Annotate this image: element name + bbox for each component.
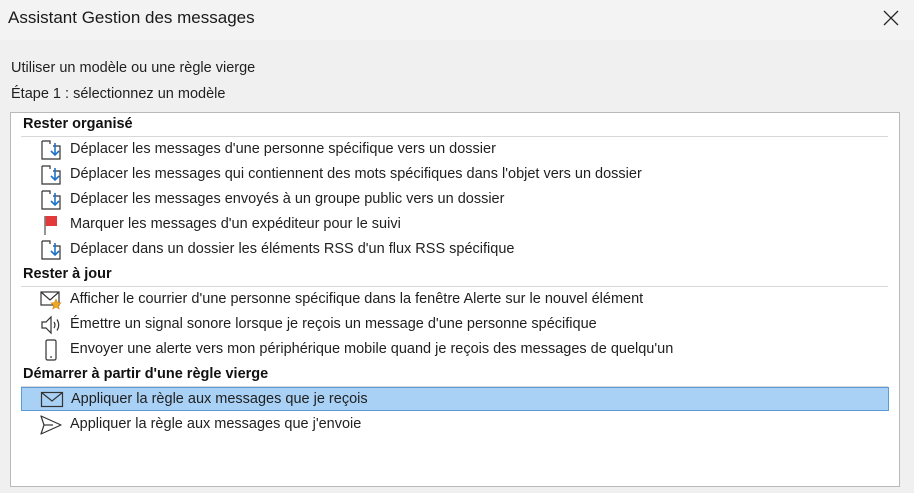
- move-to-folder-icon: [39, 138, 63, 162]
- list-item-label: Déplacer les messages d'une personne spé…: [70, 141, 496, 157]
- mobile-phone-icon: [39, 338, 63, 362]
- list-item[interactable]: Déplacer les messages d'une personne spé…: [21, 138, 889, 162]
- list-item-selected[interactable]: Appliquer la règle aux messages que je r…: [21, 387, 889, 411]
- move-to-folder-icon: [39, 163, 63, 187]
- list-item-label: Envoyer une alerte vers mon périphérique…: [70, 341, 674, 357]
- group-header-label: Démarrer à partir d'une règle vierge: [23, 366, 269, 382]
- list-item[interactable]: Envoyer une alerte vers mon périphérique…: [21, 338, 889, 362]
- list-item-label: Marquer les messages d'un expéditeur pou…: [70, 216, 401, 232]
- list-item-label: Déplacer dans un dossier les éléments RS…: [70, 241, 515, 257]
- mail-star-icon: [39, 288, 63, 312]
- list-item[interactable]: Appliquer la règle aux messages que j'en…: [21, 413, 889, 437]
- list-item-label: Déplacer les messages qui contiennent de…: [70, 166, 642, 182]
- group-header-stay-updated: Rester à jour: [21, 265, 888, 287]
- group-header-label: Rester à jour: [23, 266, 112, 282]
- close-button[interactable]: [868, 0, 914, 36]
- intro-text: Utiliser un modèle ou une règle vierge: [11, 60, 256, 76]
- group-header-stay-organized: Rester organisé: [21, 115, 888, 137]
- list-item[interactable]: Marquer les messages d'un expéditeur pou…: [21, 213, 889, 237]
- speaker-icon: [39, 313, 63, 337]
- list-item-label: Émettre un signal sonore lorsque je reço…: [70, 316, 597, 332]
- move-to-folder-icon: [39, 188, 63, 212]
- template-listbox[interactable]: Rester organisé Déplacer les messages d'…: [10, 112, 900, 487]
- list-item-label: Afficher le courrier d'une personne spéc…: [70, 291, 644, 307]
- list-item[interactable]: Émettre un signal sonore lorsque je reço…: [21, 313, 889, 337]
- list-item[interactable]: Afficher le courrier d'une personne spéc…: [21, 288, 889, 312]
- list-item-label: Appliquer la règle aux messages que je r…: [71, 391, 368, 407]
- close-icon: [883, 10, 899, 26]
- window-title: Assistant Gestion des messages: [8, 8, 255, 27]
- list-item[interactable]: Déplacer les messages qui contiennent de…: [21, 163, 889, 187]
- list-item[interactable]: Déplacer dans un dossier les éléments RS…: [21, 238, 889, 262]
- list-item-label: Déplacer les messages envoyés à un group…: [70, 191, 505, 207]
- send-arrow-icon: [39, 413, 63, 437]
- group-header-blank-rule: Démarrer à partir d'une règle vierge: [21, 365, 888, 387]
- move-to-folder-icon: [39, 238, 63, 262]
- list-item-label: Appliquer la règle aux messages que j'en…: [70, 416, 362, 432]
- title-bar: Assistant Gestion des messages: [0, 0, 914, 40]
- list-item[interactable]: Déplacer les messages envoyés à un group…: [21, 188, 889, 212]
- red-flag-icon: [39, 213, 63, 237]
- envelope-icon: [40, 388, 64, 412]
- group-header-label: Rester organisé: [23, 116, 133, 132]
- step-label: Étape 1 : sélectionnez un modèle: [11, 86, 226, 102]
